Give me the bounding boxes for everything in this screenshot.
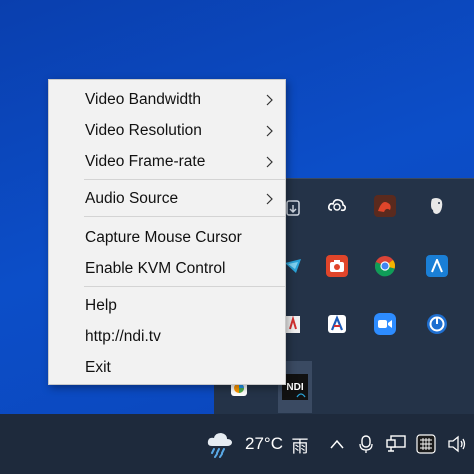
menu-item-video-bandwidth[interactable]: Video Bandwidth <box>49 85 285 115</box>
ndi-context-menu: Video Bandwidth Video Resolution Video F… <box>48 79 286 385</box>
chevron-right-icon <box>266 193 273 205</box>
sync-icon[interactable] <box>420 307 454 341</box>
chrome-icon[interactable] <box>368 249 402 283</box>
taskbar: 27°C 雨 <box>0 414 474 474</box>
altium-icon[interactable] <box>420 249 454 283</box>
volume-icon[interactable] <box>446 414 468 474</box>
menu-separator <box>84 286 285 287</box>
menu-item-audio-source[interactable]: Audio Source <box>49 184 285 214</box>
chevron-right-icon <box>266 94 273 106</box>
weather-temperature[interactable]: 27°C <box>242 414 286 474</box>
menu-separator <box>84 216 285 217</box>
acrobat-icon[interactable] <box>320 307 354 341</box>
menu-item-exit[interactable]: Exit <box>49 353 285 383</box>
creative-cloud-icon[interactable] <box>320 189 354 223</box>
menu-item-enable-kvm-control[interactable]: Enable KVM Control <box>49 254 285 284</box>
recorder-red-icon[interactable] <box>320 249 354 283</box>
menu-item-video-resolution[interactable]: Video Resolution <box>49 116 285 146</box>
network-icon[interactable] <box>384 414 408 474</box>
menu-item-video-frame-rate[interactable]: Video Frame-rate <box>49 147 285 177</box>
show-hidden-icons-chevron-up-icon[interactable] <box>326 414 348 474</box>
chevron-right-icon <box>266 125 273 137</box>
camera-microphone-icon[interactable] <box>356 414 376 474</box>
weather-condition[interactable]: 雨 <box>288 414 312 474</box>
chevron-right-icon <box>266 156 273 168</box>
weather-rain-icon[interactable] <box>203 414 237 474</box>
dragon-app-icon[interactable] <box>368 189 402 223</box>
keyboard-icon[interactable] <box>414 414 438 474</box>
menu-item-capture-mouse-cursor[interactable]: Capture Mouse Cursor <box>49 223 285 253</box>
menu-item-help[interactable]: Help <box>49 291 285 321</box>
menu-item-ndi-website-link[interactable]: http://ndi.tv <box>49 322 285 352</box>
zoom-icon[interactable] <box>368 307 402 341</box>
evernote-icon[interactable] <box>420 189 454 223</box>
menu-separator <box>84 179 285 180</box>
